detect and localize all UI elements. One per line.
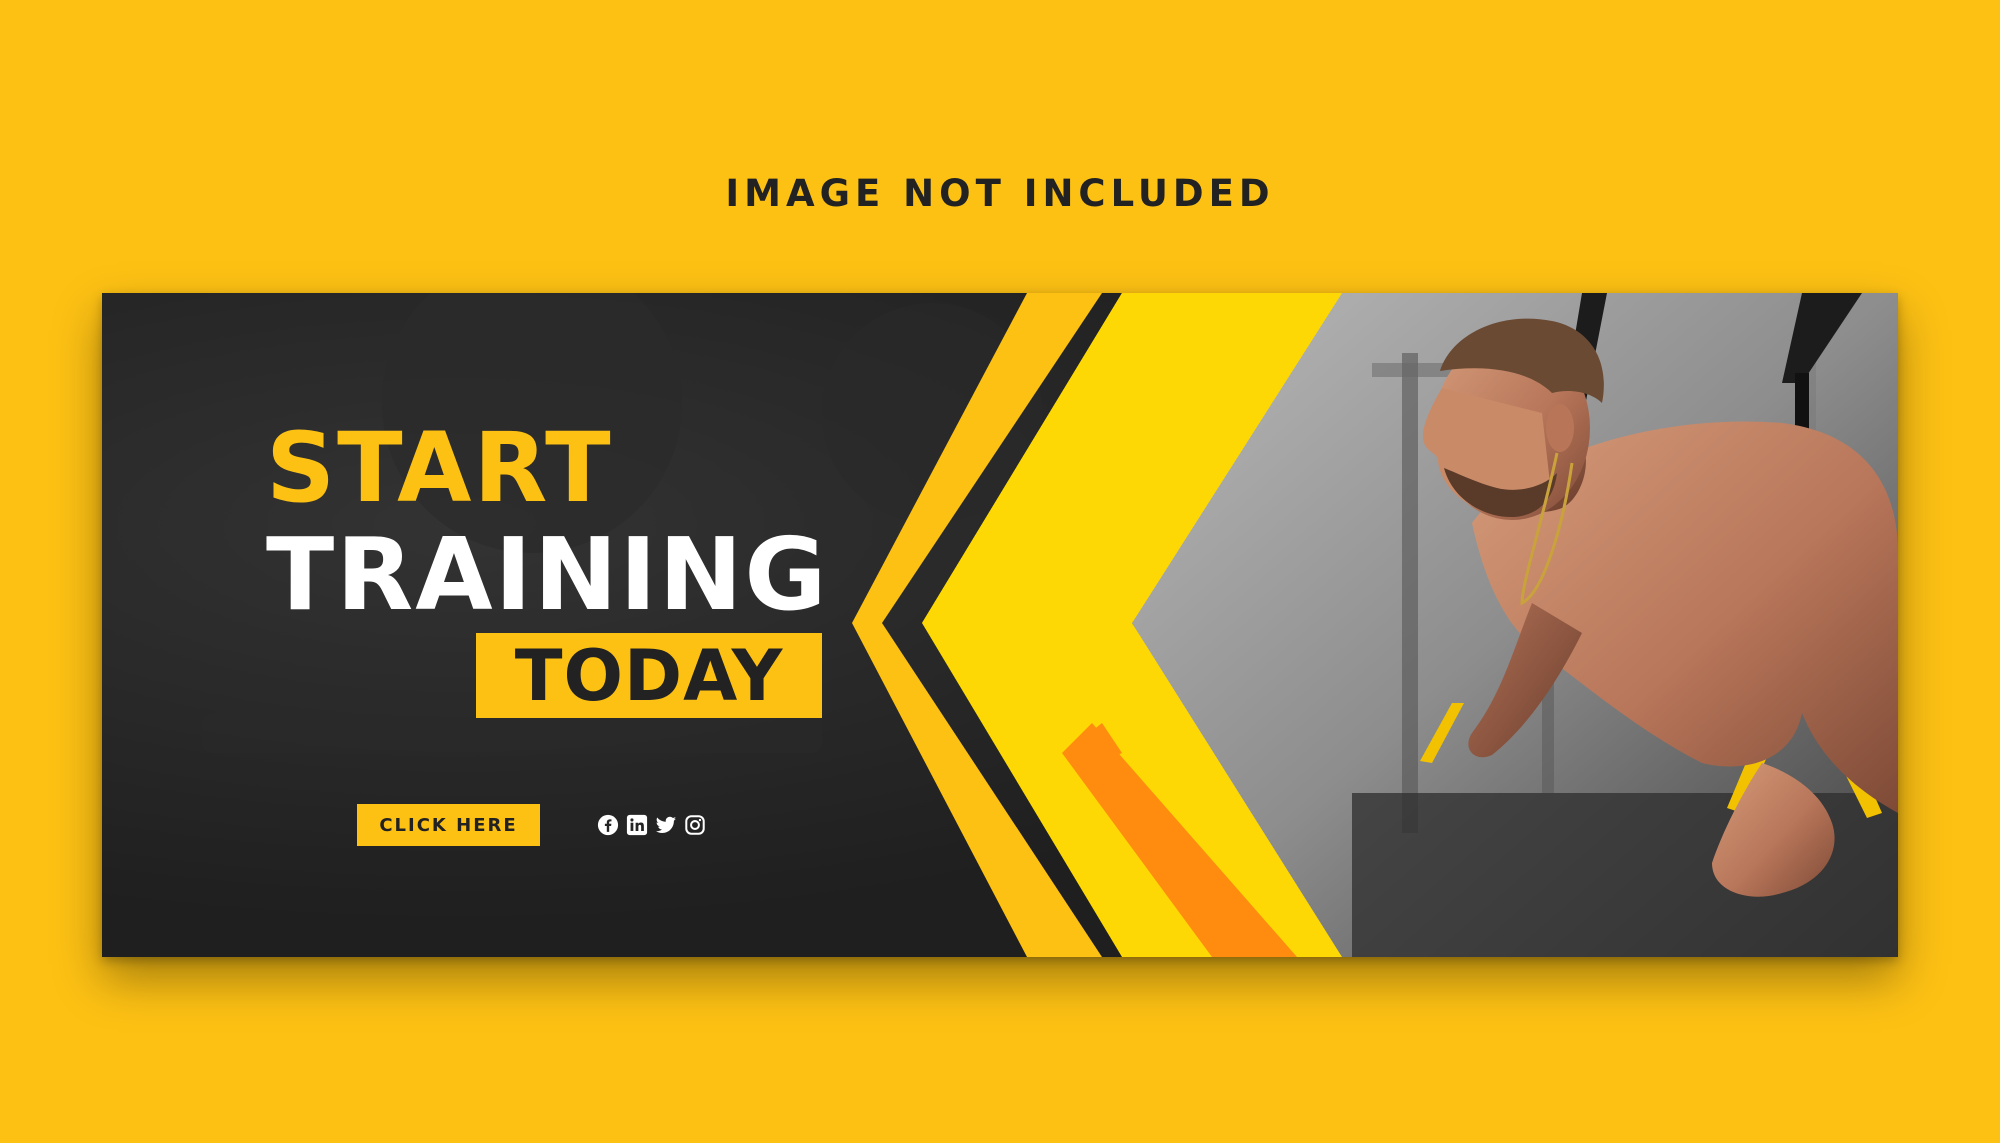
headline-training: TRAINING: [266, 516, 829, 633]
today-highlight-box: TODAY: [476, 633, 822, 718]
instagram-icon[interactable]: [684, 814, 706, 836]
social-icons: [597, 814, 706, 836]
fitness-banner: START TRAINING TODAY CLICK HERE: [102, 293, 1898, 957]
twitter-icon[interactable]: [655, 814, 677, 836]
click-here-button[interactable]: CLICK HERE: [357, 804, 540, 846]
headline-start: START: [266, 412, 613, 524]
linkedin-icon[interactable]: [626, 814, 648, 836]
image-not-included-note: IMAGE NOT INCLUDED: [725, 172, 1275, 215]
facebook-icon[interactable]: [597, 814, 619, 836]
headline-today: TODAY: [514, 634, 784, 717]
